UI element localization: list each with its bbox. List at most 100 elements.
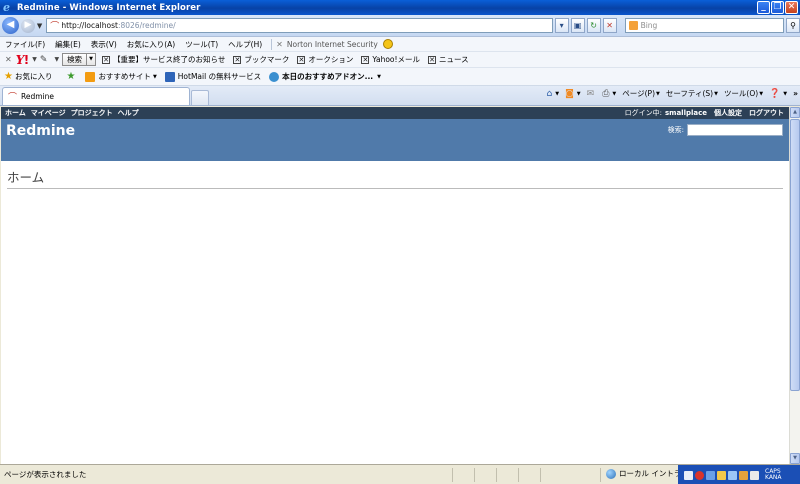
- quick-search: 検索:: [668, 124, 783, 136]
- menu-tools[interactable]: ツール(T): [185, 39, 218, 50]
- top-menu-my-page[interactable]: マイページ: [31, 108, 66, 118]
- minimize-button[interactable]: _: [757, 1, 770, 14]
- status-bar: ページが表示されました ローカル イントラネット CAPS KANA: [0, 464, 800, 484]
- checkbox-icon: ✕: [102, 55, 111, 64]
- favorite-suggested-sites[interactable]: おすすめサイト ▼: [85, 71, 157, 82]
- page-menu[interactable]: ページ(P) ▼: [622, 88, 660, 99]
- favorites-bar: ★ お気に入り ★ おすすめサイト ▼ HotMail の無料サービス 本日のおすす…: [0, 68, 800, 86]
- pencil-dropdown-icon[interactable]: ▼: [54, 56, 59, 63]
- address-field[interactable]: ⌒ http://localhost:8026/redmine/: [46, 18, 553, 33]
- search-go-button[interactable]: ⚲: [786, 18, 800, 33]
- yahoo-logo-icon[interactable]: Y: [16, 53, 25, 67]
- user-link[interactable]: smallplace: [665, 109, 707, 117]
- ime-input-icon[interactable]: [706, 470, 715, 480]
- compatibility-view-icon[interactable]: ▣: [570, 18, 585, 33]
- logout-link[interactable]: ログアウト: [749, 108, 784, 118]
- maximize-button[interactable]: ❐: [771, 1, 784, 14]
- account-menu: ログイン中: smallplace 個人設定 ログアウト: [625, 108, 785, 118]
- help-button[interactable]: ❓ ▼: [769, 89, 787, 99]
- add-to-favorites-button[interactable]: ★: [66, 71, 77, 82]
- hotmail-icon: [164, 71, 175, 82]
- status-divider: [452, 468, 453, 482]
- home-icon: ⌂: [546, 88, 553, 99]
- yahoo-link-mail[interactable]: ✕ Yahoo!メール: [361, 54, 420, 65]
- menu-view[interactable]: 表示(V): [91, 39, 117, 50]
- yahoo-link-bookmark[interactable]: ✕ ブックマーク: [233, 54, 289, 65]
- read-mail-button[interactable]: ✉: [587, 89, 597, 99]
- suggested-sites-icon: [85, 71, 96, 82]
- menu-bar: ファイル(F) 編集(E) 表示(V) お気に入り(A) ツール(T) ヘルプ(…: [0, 37, 800, 52]
- command-bar: ⌂ ▼ ◙ ▼ ✉ ⎙ ▼ ページ(P) ▼ セーフティ(S) ▼ ツール(O) ▼ ❓ ▼ …: [542, 88, 798, 99]
- feeds-button[interactable]: ◙ ▼: [565, 89, 581, 99]
- address-dropdown-button[interactable]: ▾: [554, 18, 569, 33]
- star-icon: ★: [4, 71, 13, 82]
- ime-mode-icon[interactable]: [695, 470, 704, 480]
- status-text: ページが表示されました: [4, 470, 87, 479]
- favorites-button[interactable]: ★ お気に入り: [4, 71, 52, 82]
- redmine-favicon-icon: ⌒: [8, 93, 18, 103]
- norton-status-icon[interactable]: [382, 39, 393, 49]
- scroll-down-arrow[interactable]: ▼: [790, 453, 800, 464]
- internet-explorer-icon: e: [3, 1, 10, 14]
- safety-menu[interactable]: セーフティ(S) ▼: [666, 88, 718, 99]
- menu-edit[interactable]: 編集(E): [55, 39, 81, 50]
- site-title[interactable]: Redmine: [6, 123, 75, 139]
- history-dropdown-icon[interactable]: ▼: [37, 22, 42, 30]
- top-menu-help[interactable]: ヘルプ: [118, 108, 139, 118]
- status-divider: [518, 468, 519, 482]
- tools-menu[interactable]: ツール(O) ▼: [724, 88, 763, 99]
- ie-addon-icon: [269, 71, 280, 82]
- redmine-favicon-icon: ⌒: [50, 22, 60, 32]
- status-divider: [496, 468, 497, 482]
- vertical-scrollbar[interactable]: ▲ ▼: [789, 107, 800, 464]
- new-tab-button[interactable]: [191, 90, 209, 105]
- norton-toolbar[interactable]: ✕ Norton Internet Security: [276, 39, 393, 49]
- menu-favorites[interactable]: お気に入り(A): [127, 39, 175, 50]
- home-button[interactable]: ⌂ ▼: [546, 89, 559, 99]
- logged-in-label: ログイン中:: [624, 109, 662, 117]
- search-label: 検索:: [667, 126, 684, 134]
- menu-help[interactable]: ヘルプ(H): [228, 39, 262, 50]
- chevron-more-icon[interactable]: »: [793, 89, 798, 98]
- scroll-up-arrow[interactable]: ▲: [790, 107, 800, 118]
- close-icon[interactable]: ✕: [276, 40, 283, 49]
- redmine-top-menu: ホーム マイページ プロジェクト ヘルプ ログイン中: smallplace 個…: [1, 107, 789, 119]
- yahoo-search-dropdown[interactable]: ▼: [87, 53, 97, 66]
- checkbox-icon: ✕: [361, 55, 370, 64]
- print-button[interactable]: ⎙ ▼: [602, 89, 616, 99]
- pencil-icon[interactable]: ✎: [40, 55, 48, 65]
- redmine-header: Redmine 検索:: [1, 119, 789, 161]
- ime-pad-icon[interactable]: [728, 470, 737, 480]
- scroll-thumb[interactable]: [790, 119, 800, 391]
- forward-button[interactable]: ▶: [20, 18, 35, 33]
- yahoo-search-button[interactable]: 検索: [62, 53, 88, 66]
- close-toolbar-icon[interactable]: ✕: [5, 55, 12, 64]
- ime-tools-icon[interactable]: [739, 470, 748, 480]
- yahoo-link-notice[interactable]: ✕ 【重要】サービス終了のお知らせ: [102, 54, 225, 65]
- stop-button[interactable]: ✕: [602, 18, 617, 33]
- my-account-link[interactable]: 個人設定: [714, 108, 742, 118]
- menu-separator: [271, 38, 273, 50]
- window-controls: _ ❐ ✕: [757, 1, 798, 14]
- ime-dictionary-icon[interactable]: [717, 470, 726, 480]
- refresh-button[interactable]: ↻: [586, 18, 601, 33]
- yahoo-menu-dropdown-icon[interactable]: ▼: [32, 56, 37, 63]
- search-input[interactable]: Bing: [624, 18, 785, 33]
- favorite-hotmail[interactable]: HotMail の無料サービス: [164, 71, 261, 82]
- tab-redmine[interactable]: ⌒ Redmine: [2, 87, 190, 105]
- top-menu-projects[interactable]: プロジェクト: [71, 108, 113, 118]
- page-title: ホーム: [7, 167, 783, 189]
- bing-icon: [628, 21, 638, 30]
- back-button[interactable]: ◀: [2, 17, 19, 34]
- ime-help-icon[interactable]: [750, 470, 759, 480]
- yahoo-link-auction[interactable]: ✕ オークション: [297, 54, 353, 65]
- favorite-addons[interactable]: 本日のおすすめアドオン... ▼: [269, 71, 381, 82]
- yahoo-toolbar: ✕ Y! ▼ ✎ ▼ 検索 ▼ ✕ 【重要】サービス終了のお知らせ ✕ ブックマーク…: [0, 52, 800, 68]
- ime-keyboard-icon[interactable]: [684, 470, 693, 480]
- yahoo-link-news[interactable]: ✕ ニュース: [428, 54, 469, 65]
- quick-search-input[interactable]: [687, 124, 783, 136]
- menu-file[interactable]: ファイル(F): [5, 39, 45, 50]
- close-button[interactable]: ✕: [785, 1, 798, 14]
- top-menu-home[interactable]: ホーム: [5, 108, 26, 118]
- ime-language-bar[interactable]: CAPS KANA: [678, 465, 800, 484]
